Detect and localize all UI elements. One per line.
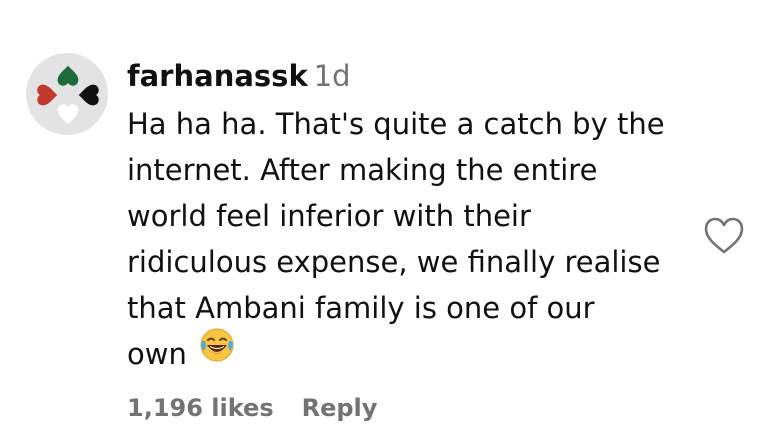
comment-header: farhanassk 1d xyxy=(127,56,697,96)
comment-text: Ha ha ha. That's quite a catch by the in… xyxy=(127,101,697,381)
green-heart-icon xyxy=(57,65,79,86)
comment-line: internet. After making the entire xyxy=(127,153,598,187)
like-heart-icon[interactable] xyxy=(702,216,746,256)
avatar-hearts-image xyxy=(37,65,99,125)
avatar[interactable] xyxy=(26,53,108,135)
comment-line: world feel inferior with their xyxy=(127,199,531,233)
comment-line: ridiculous expense, we finally realise xyxy=(127,245,661,279)
comment-line: Ha ha ha. That's quite a catch by the xyxy=(127,107,665,141)
comment-line: that Ambani family is one of our xyxy=(127,291,595,325)
likes-count[interactable]: 1,196 likes xyxy=(127,394,274,422)
face-with-tears-of-joy-icon xyxy=(199,327,235,376)
timestamp[interactable]: 1d xyxy=(314,59,351,93)
comment-line: own xyxy=(127,337,187,371)
black-heart-icon xyxy=(78,84,99,106)
username[interactable]: farhanassk xyxy=(127,59,308,93)
comment: farhanassk 1d Ha ha ha. That's quite a ca… xyxy=(127,56,697,381)
reply-button[interactable]: Reply xyxy=(302,394,378,422)
white-heart-icon xyxy=(57,104,79,125)
red-heart-icon xyxy=(37,84,58,106)
comment-footer: 1,196 likes Reply xyxy=(127,388,377,428)
comment-line-last: own xyxy=(127,328,697,381)
